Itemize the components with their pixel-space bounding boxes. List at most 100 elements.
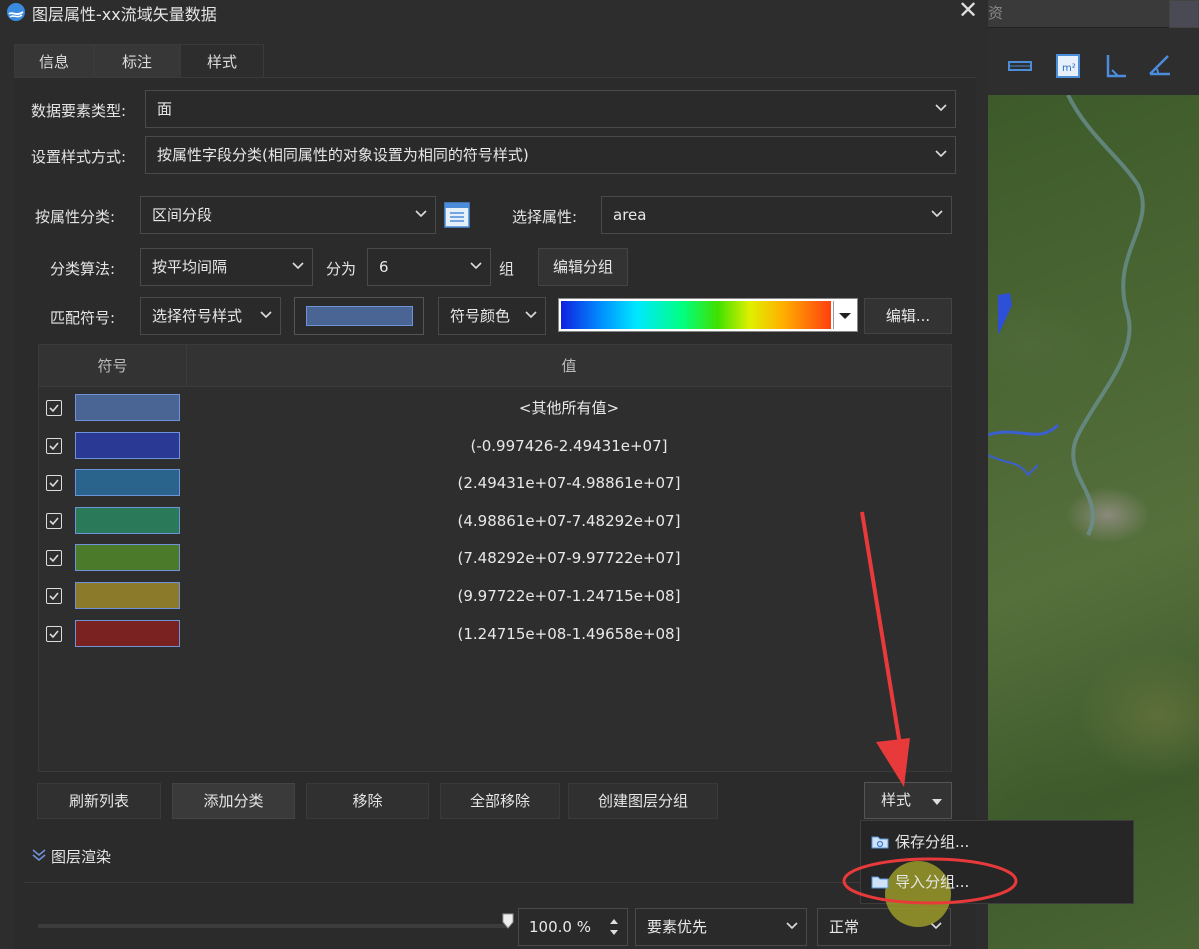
table-row[interactable]: (4.98861e+07-7.48292e+07] [39,503,951,540]
svg-text:m²: m² [1062,63,1076,74]
symbol-column-header[interactable]: 符号 [39,345,187,387]
dialog-title: 图层属性-xx流域矢量数据 [32,5,217,24]
layer-properties-dialog: 图层属性-xx流域矢量数据 ✕ 信息 标注 样式 数据要素类型: 面 设置样式方… [0,0,988,949]
group-count-value: 6 [379,258,389,276]
algorithm-select[interactable]: 按平均间隔 [140,248,313,286]
menu-item-save-label: 保存分组... [895,833,970,851]
algorithm-label: 分类算法: [50,260,116,278]
opacity-value: 100.0 % [529,918,591,936]
create-layer-group-button[interactable]: 创建图层分组 [568,783,718,819]
section-divider [24,882,976,883]
chevron-down-icon [833,301,855,329]
symbol-style-select[interactable]: 选择符号样式 [140,297,281,335]
style-menu-label: 样式 [881,791,912,809]
checkbox-checked-icon[interactable] [46,400,62,416]
color-ramp-select[interactable] [558,298,858,332]
symbol-color-select[interactable]: 符号颜色 [438,297,546,335]
chevron-down-icon [292,249,304,270]
value-column-header[interactable]: 值 [187,345,951,387]
class-symbol-swatch[interactable] [75,582,180,609]
group-unit-label: 组 [499,260,515,278]
style-mode-select[interactable]: 按属性字段分类(相同属性的对象设置为相同的符号样式) [145,136,956,174]
match-symbol-label: 匹配符号: [50,309,116,327]
chevron-down-icon [525,298,537,319]
remove-all-button[interactable]: 全部移除 [440,783,560,819]
folder-icon [871,876,889,889]
tab-info[interactable]: 信息 [14,44,94,78]
class-value: (9.97722e+07-1.24715e+08] [457,587,681,605]
divide-into-label: 分为 [326,260,357,278]
class-symbol-swatch[interactable] [75,431,180,459]
classify-by-value: 区间分段 [152,206,213,224]
tab-annotation[interactable]: 标注 [94,44,180,78]
list-icon[interactable] [444,202,470,228]
chevron-down-icon [260,298,272,319]
class-symbol-swatch[interactable] [75,619,180,647]
class-symbol-swatch[interactable] [75,544,180,572]
tab-style[interactable]: 样式 [180,44,264,78]
symbol-style-value: 选择符号样式 [152,307,243,325]
remove-button[interactable]: 移除 [306,783,429,819]
class-symbol-swatch[interactable] [75,469,180,497]
background-blue-button[interactable] [1169,0,1199,28]
table-row[interactable]: <其他所有值> [39,390,951,427]
layer-render-label[interactable]: 图层渲染 [51,846,111,867]
opacity-slider-track[interactable] [38,924,508,928]
checkbox-checked-icon[interactable] [46,588,62,604]
table-row[interactable]: (2.49431e+07-4.98861e+07] [39,465,951,502]
symbol-preview-button[interactable] [294,297,424,335]
class-value: (1.24715e+08-1.49658e+08] [457,624,681,643]
checkbox-checked-icon[interactable] [46,625,62,642]
class-value: (-0.997426-2.49431e+07] [470,436,668,455]
measure-area-icon[interactable]: m² [1054,52,1082,80]
classify-by-label: 按属性分类: [35,208,116,226]
attribute-select[interactable]: area [601,196,952,234]
measure-distance-icon[interactable] [1006,52,1034,80]
spin-arrows-icon[interactable] [609,909,619,938]
chevron-down-icon [935,137,947,158]
measure-height-icon[interactable] [1102,52,1130,80]
class-value: (2.49431e+07-4.98861e+07] [457,474,681,493]
edit-groups-button[interactable]: 编辑分组 [538,248,628,286]
dialog-titlebar[interactable]: 图层属性-xx流域矢量数据 ✕ [0,0,988,24]
menu-item-import-groups[interactable]: 导入分组... [869,865,969,899]
class-symbol-swatch[interactable] [75,506,180,534]
checkbox-checked-icon[interactable] [46,437,62,454]
chevron-down-icon [415,197,427,218]
table-row[interactable]: (9.97722e+07-1.24715e+08] [39,578,951,615]
class-symbol-swatch[interactable] [75,394,180,421]
symbol-color-value: 符号颜色 [450,307,511,325]
class-value: <其他所有值> [518,399,620,417]
style-mode-label: 设置样式方式: [31,148,127,166]
folder-save-icon [871,836,889,849]
table-row[interactable]: (1.24715e+08-1.49658e+08] [39,616,951,653]
attribute-value: area [613,206,647,224]
classify-by-select[interactable]: 区间分段 [140,196,436,234]
background-tab-label: 资 [988,4,1004,22]
opacity-slider-handle[interactable] [502,913,514,929]
table-row[interactable]: (7.48292e+07-9.97722e+07] [39,540,951,577]
chevron-down-icon [470,249,482,270]
close-button[interactable]: ✕ [955,0,981,23]
opacity-spinbox[interactable]: 100.0 % [518,908,628,946]
refresh-list-button[interactable]: 刷新列表 [37,783,161,819]
checkbox-checked-icon[interactable] [46,512,62,529]
feature-type-select[interactable]: 面 [145,90,956,128]
style-menu-button[interactable]: 样式 [864,782,952,819]
list-header: 符号 值 [39,345,951,387]
checkbox-checked-icon[interactable] [46,550,62,567]
priority-select[interactable]: 要素优先 [635,908,807,946]
caret-down-icon [932,799,942,805]
measure-angle-icon[interactable] [1146,52,1174,80]
group-count-select[interactable]: 6 [367,248,491,286]
table-row[interactable]: (-0.997426-2.49431e+07] [39,428,951,465]
priority-value: 要素优先 [647,918,708,936]
checkbox-checked-icon[interactable] [46,475,62,492]
chevron-double-down-icon[interactable] [31,847,47,863]
algorithm-value: 按平均间隔 [152,258,228,276]
edit-ramp-button[interactable]: 编辑... [864,298,952,334]
background-app-topbar: 资 [988,0,1199,28]
menu-item-save-groups[interactable]: 保存分组... [869,825,969,859]
add-class-button[interactable]: 添加分类 [172,783,295,819]
style-mode-value: 按属性字段分类(相同属性的对象设置为相同的符号样式) [157,146,529,164]
